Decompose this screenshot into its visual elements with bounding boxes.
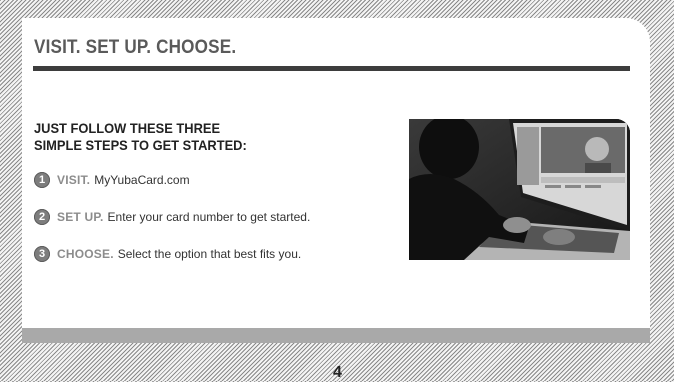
steps-intro-line-2: SIMPLE STEPS TO GET STARTED: — [34, 137, 247, 153]
step-text: Enter your card number to get started. — [107, 210, 311, 224]
step-set-up: 2 SET UP. Enter your card number to get … — [34, 209, 310, 225]
step-keyword: VISIT. — [57, 173, 91, 187]
step-number-badge: 1 — [34, 172, 50, 188]
step-keyword: SET UP. — [57, 210, 104, 224]
steps-intro: JUST FOLLOW THESE THREE SIMPLE STEPS TO … — [34, 120, 328, 154]
laptop-photo — [409, 119, 630, 260]
step-keyword: CHOOSE. — [57, 247, 114, 261]
step-choose: 3 CHOOSE. Select the option that best fi… — [34, 246, 301, 262]
page-heading: VISIT. SET UP. CHOOSE. — [34, 37, 237, 58]
step-number-badge: 3 — [34, 246, 50, 262]
steps-intro-line-1: JUST FOLLOW THESE THREE — [34, 120, 221, 136]
step-text: MyYubaCard.com — [94, 173, 190, 187]
heading-rule — [33, 66, 630, 71]
footer-band — [22, 328, 650, 343]
page-number: 4 — [333, 364, 342, 381]
step-number-badge: 2 — [34, 209, 50, 225]
step-text: Select the option that best fits you. — [117, 247, 302, 261]
step-visit: 1 VISIT. MyYubaCard.com — [34, 172, 190, 188]
instruction-card: VISIT. SET UP. CHOOSE. JUST FOLLOW THESE… — [22, 18, 650, 343]
